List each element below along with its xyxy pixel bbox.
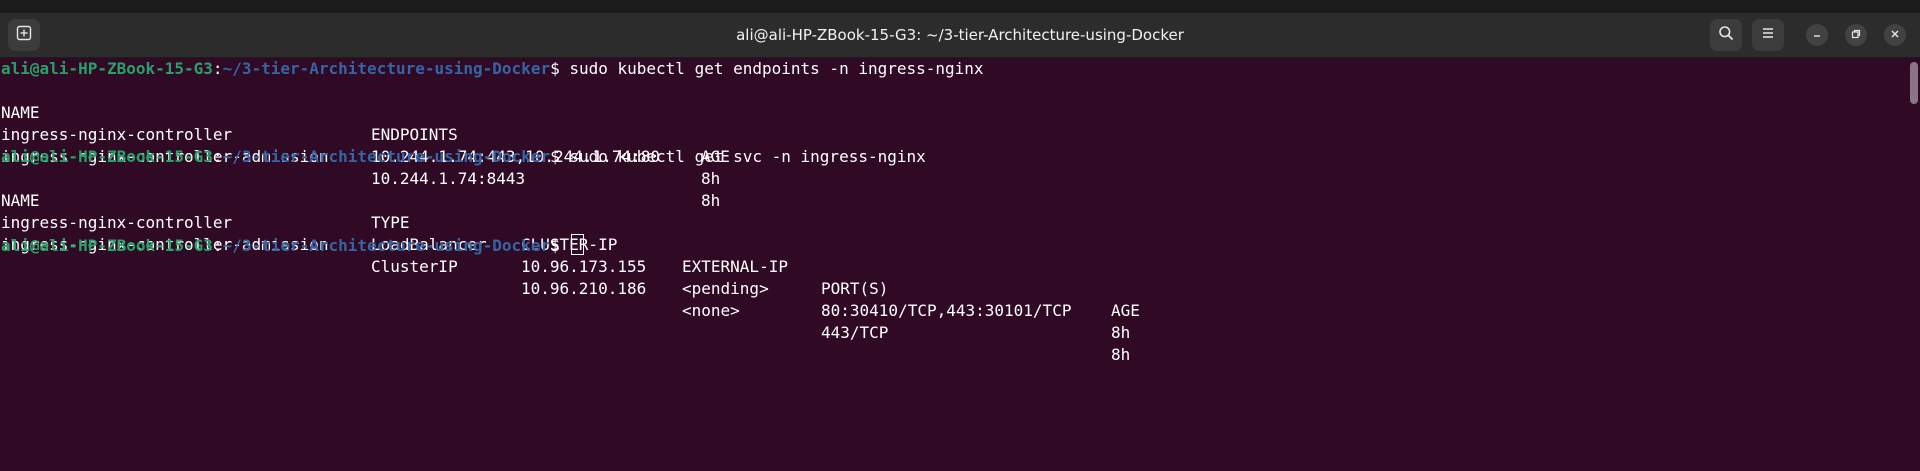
title-bar: ali@ali-HP-ZBook-15-G3: ~/3-tier-Archite… (0, 13, 1920, 58)
table-cell: 8h (1111, 323, 1131, 342)
table-cell: 8h (701, 191, 721, 210)
close-button[interactable] (1884, 24, 1906, 46)
prompt-path: ~/3-tier-Architecture-using-Docker (222, 147, 551, 166)
table-cell: 443/TCP (821, 323, 889, 342)
prompt-colon: : (212, 59, 223, 78)
maximize-button[interactable] (1845, 24, 1867, 46)
prompt-symbol: $ (550, 236, 570, 255)
minimize-button[interactable] (1806, 24, 1828, 46)
search-icon (1718, 25, 1734, 46)
endpoints-table-header: NAME ENDPOINTS AGE (1, 80, 730, 166)
search-button[interactable] (1710, 19, 1742, 51)
prompt-user: ali@ali-HP-ZBook-15-G3 (1, 236, 213, 255)
prompt-symbol: $ (550, 147, 570, 166)
prompt-line: ali@ali-HP-ZBook-15-G3:~/3-tier-Architec… (1, 146, 926, 168)
menu-button[interactable] (1752, 19, 1784, 51)
prompt-user: ali@ali-HP-ZBook-15-G3 (1, 59, 213, 78)
table-row: ingress-nginx-controller 10.244.1.74:443… (1, 102, 720, 188)
top-panel-strip (0, 0, 1920, 13)
prompt-symbol: $ (550, 59, 570, 78)
prompt-colon: : (212, 236, 223, 255)
column-header: TYPE (371, 213, 410, 232)
prompt-line: ali@ali-HP-ZBook-15-G3:~/3-tier-Architec… (1, 58, 984, 80)
restore-icon (1851, 26, 1861, 44)
table-cell: <none> (682, 301, 740, 320)
scrollbar-thumb[interactable] (1910, 62, 1918, 104)
minimize-icon (1812, 26, 1822, 44)
column-header: AGE (1111, 301, 1140, 320)
table-cell: <pending> (682, 279, 769, 298)
table-cell: 10.96.173.155 (521, 257, 647, 276)
table-row: ingress-nginx-controller LoadBalancer 10… (1, 190, 1130, 342)
column-header: PORT(S) (821, 279, 889, 298)
hamburger-menu-icon (1760, 25, 1776, 46)
prompt-line: ali@ali-HP-ZBook-15-G3:~/3-tier-Architec… (1, 234, 585, 256)
table-row: ingress-nginx-controller-admission Clust… (1, 212, 1130, 364)
table-cell: 8h (701, 169, 721, 188)
text-cursor[interactable] (571, 234, 585, 255)
command-text: sudo kubectl get svc -n ingress-nginx (569, 147, 926, 166)
terminal-output[interactable]: ali@ali-HP-ZBook-15-G3:~/3-tier-Architec… (0, 58, 1920, 471)
prompt-path: ~/3-tier-Architecture-using-Docker (222, 236, 551, 255)
column-header: EXTERNAL-IP (682, 257, 788, 276)
window-title: ali@ali-HP-ZBook-15-G3: ~/3-tier-Archite… (736, 26, 1184, 44)
prompt-path: ~/3-tier-Architecture-using-Docker (222, 59, 551, 78)
svc-table-header: NAME TYPE CLUSTER-IP EXTERNAL-IP PORT(S)… (1, 168, 1140, 320)
table-cell: 80:30410/TCP,443:30101/TCP (821, 301, 1072, 320)
close-icon (1890, 26, 1900, 44)
column-header: ENDPOINTS (371, 125, 458, 144)
table-cell: ClusterIP (371, 257, 458, 276)
table-row: ingress-nginx-controller-admission 10.24… (1, 124, 720, 210)
table-cell: 10.96.210.186 (521, 279, 647, 298)
command-text: sudo kubectl get endpoints -n ingress-ng… (569, 59, 984, 78)
prompt-user: ali@ali-HP-ZBook-15-G3 (1, 147, 213, 166)
table-cell: 10.244.1.74:8443 (371, 169, 526, 188)
table-cell: 8h (1111, 345, 1131, 364)
prompt-colon: : (212, 147, 223, 166)
